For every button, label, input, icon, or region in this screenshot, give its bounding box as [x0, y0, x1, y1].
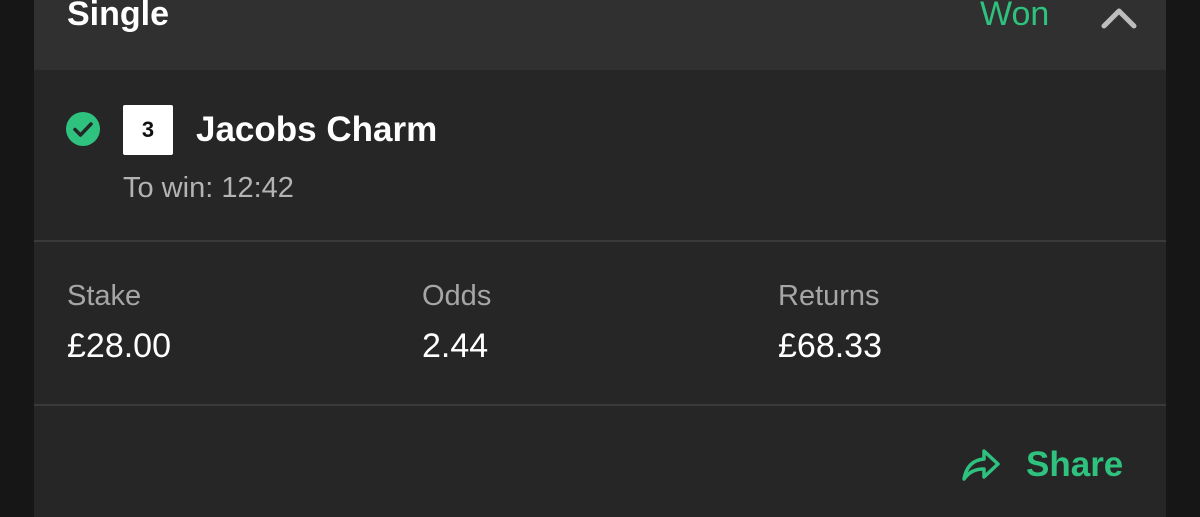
check-circle-icon [66, 112, 100, 146]
stake-value: £28.00 [67, 327, 171, 365]
bet-card-header[interactable]: Single Won [34, 0, 1166, 70]
divider [34, 240, 1166, 242]
chevron-up-icon[interactable] [1096, 0, 1142, 34]
stake-label: Stake [67, 280, 142, 312]
runner-name: Jacobs Charm [196, 110, 438, 149]
divider [34, 404, 1166, 406]
odds-label: Odds [422, 280, 492, 312]
odds-stat: Odds 2.44 [422, 276, 491, 368]
share-label: Share [1026, 445, 1124, 484]
market-description: To win: 12:42 [123, 172, 294, 204]
bet-type-title: Single [67, 0, 170, 33]
bet-card: Single Won 3 Jacobs Charm To win: 12:42 … [34, 0, 1166, 517]
runner-number-badge: 3 [123, 105, 173, 155]
share-arrow-icon [960, 445, 1002, 485]
returns-stat: Returns £68.33 [778, 276, 882, 368]
returns-label: Returns [778, 280, 880, 312]
bet-selection: 3 Jacobs Charm To win: 12:42 [34, 70, 1166, 240]
odds-value: 2.44 [422, 327, 489, 365]
bet-status-badge: Won [980, 0, 1050, 33]
stake-stat: Stake £28.00 [67, 276, 171, 368]
share-button[interactable]: Share [960, 440, 1123, 490]
returns-value: £68.33 [778, 327, 882, 365]
